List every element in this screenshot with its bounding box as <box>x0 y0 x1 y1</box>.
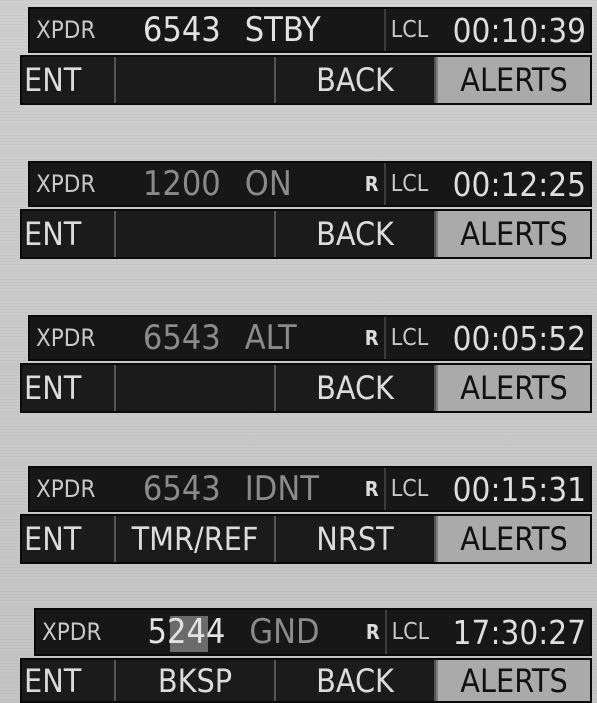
transponder-status-bar: XPDR 6543 IDNT R LCL 00:15:31 <box>28 466 592 512</box>
local-time: 17:30:27 <box>452 612 586 652</box>
softkey-bar: ENT TMR/REF NRST ALERTS <box>20 514 592 564</box>
softkey-bar: ENT BACK ALERTS <box>20 209 592 259</box>
alerts-softkey[interactable]: ALERTS <box>436 516 590 562</box>
transponder-status-bar: XPDR 5244 GND R LCL 17:30:27 <box>34 608 592 656</box>
code-mode-field: 6543 IDNT <box>131 468 360 510</box>
time-label: LCL <box>391 619 430 645</box>
ent-softkey[interactable]: ENT <box>22 211 116 257</box>
xpdr-label: XPDR <box>36 475 96 503</box>
alerts-softkey[interactable]: ALERTS <box>436 211 590 257</box>
softkey-bar: ENT BACK ALERTS <box>20 55 592 105</box>
code-mode-field: 6543 STBY <box>131 9 360 51</box>
local-time: 00:12:25 <box>452 164 586 204</box>
transponder-status-bar: XPDR 6543 STBY LCL 00:10:39 <box>28 7 592 53</box>
reply-indicator: R <box>364 172 379 196</box>
time-label: LCL <box>390 476 429 502</box>
squawk-code: 1200 <box>142 164 221 204</box>
blank-softkey[interactable] <box>116 57 276 103</box>
transponder-panel-alt: XPDR 6543 ALT R LCL 00:05:52 ENT BACK AL… <box>20 315 592 413</box>
transponder-mode: ALT <box>244 318 297 358</box>
transponder-panel-stby: XPDR 6543 STBY LCL 00:10:39 ENT BACK ALE… <box>20 7 592 105</box>
alerts-softkey[interactable]: ALERTS <box>436 365 590 411</box>
xpdr-label: XPDR <box>36 324 96 352</box>
ent-softkey[interactable]: ENT <box>22 57 116 103</box>
code-mode-field: 5244 GND <box>136 610 361 654</box>
tmr-ref-softkey[interactable]: TMR/REF <box>116 516 276 562</box>
code-mode-field: 1200 ON <box>131 163 360 205</box>
transponder-status-bar: XPDR 1200 ON R LCL 00:12:25 <box>28 161 592 207</box>
ent-softkey[interactable]: ENT <box>22 516 116 562</box>
local-time: 00:15:31 <box>452 469 586 509</box>
alerts-softkey[interactable]: ALERTS <box>436 660 590 701</box>
blank-softkey[interactable] <box>116 211 276 257</box>
softkey-bar: ENT BKSP BACK ALERTS <box>20 658 592 703</box>
ent-softkey[interactable]: ENT <box>22 660 116 701</box>
transponder-mode: STBY <box>244 10 321 50</box>
transponder-panel-idnt: XPDR 6543 IDNT R LCL 00:15:31 ENT TMR/RE… <box>20 466 592 564</box>
transponder-mode: ON <box>244 164 292 204</box>
back-softkey[interactable]: BACK <box>276 660 436 701</box>
transponder-mode: GND <box>249 612 320 652</box>
xpdr-label: XPDR <box>36 170 96 198</box>
time-label: LCL <box>390 171 429 197</box>
squawk-code[interactable]: 5244 <box>148 612 226 652</box>
blank-softkey[interactable] <box>116 365 276 411</box>
reply-indicator: R <box>364 326 379 350</box>
ent-softkey[interactable]: ENT <box>22 365 116 411</box>
xpdr-label: XPDR <box>42 618 102 646</box>
transponder-mode: IDNT <box>244 469 319 509</box>
code-mode-field: 6543 ALT <box>131 317 360 359</box>
softkey-bar: ENT BACK ALERTS <box>20 363 592 413</box>
transponder-panel-gnd: XPDR 5244 GND R LCL 17:30:27 ENT BKSP BA… <box>20 608 592 703</box>
local-time: 00:05:52 <box>452 318 586 358</box>
squawk-code: 6543 <box>142 318 221 358</box>
bksp-softkey[interactable]: BKSP <box>116 660 276 701</box>
nrst-softkey[interactable]: NRST <box>276 516 436 562</box>
reply-indicator: R <box>364 477 379 501</box>
back-softkey[interactable]: BACK <box>276 211 436 257</box>
alerts-softkey[interactable]: ALERTS <box>436 57 590 103</box>
local-time: 00:10:39 <box>452 10 586 50</box>
time-label: LCL <box>390 17 429 43</box>
transponder-panel-on: XPDR 1200 ON R LCL 00:12:25 ENT BACK ALE… <box>20 161 592 259</box>
time-label: LCL <box>390 325 429 351</box>
squawk-code: 6543 <box>142 469 221 509</box>
reply-indicator: R <box>365 620 380 644</box>
back-softkey[interactable]: BACK <box>276 365 436 411</box>
xpdr-label: XPDR <box>36 16 96 44</box>
transponder-status-bar: XPDR 6543 ALT R LCL 00:05:52 <box>28 315 592 361</box>
squawk-code: 6543 <box>142 10 221 50</box>
back-softkey[interactable]: BACK <box>276 57 436 103</box>
